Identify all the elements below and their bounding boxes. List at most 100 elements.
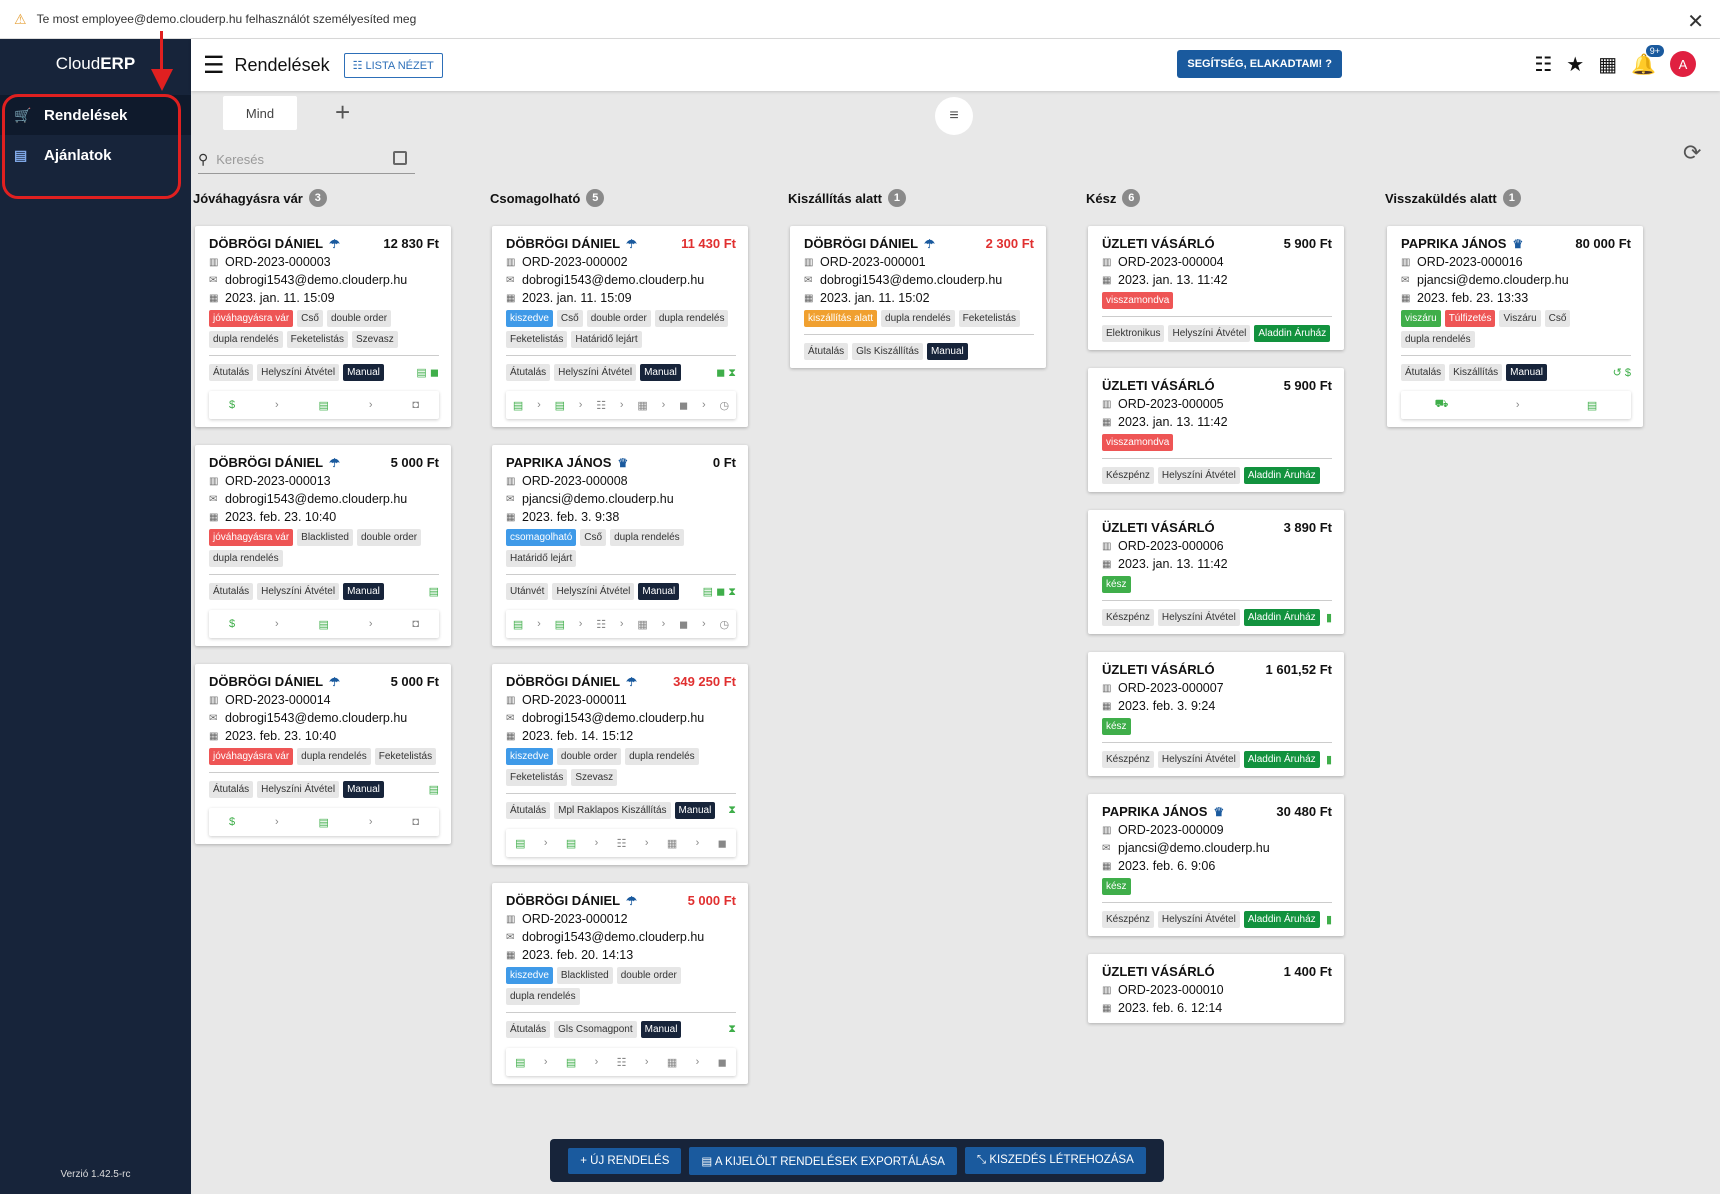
step-icon[interactable]: ▤ (513, 618, 523, 631)
export-button[interactable]: ▤ A KIJELÖLT RENDELÉSEK EXPORTÁLÁSA (689, 1146, 957, 1175)
select-all-checkbox[interactable] (393, 151, 407, 165)
order-id-line: ▥ ORD-2023-000008 (506, 474, 736, 488)
order-id: ORD-2023-000016 (1417, 255, 1523, 269)
umbrella-icon: ☂ (329, 237, 340, 251)
step-icon[interactable]: ◘ (412, 618, 419, 630)
tag: Átutalás (506, 364, 551, 381)
step-icon[interactable]: ◷ (719, 399, 729, 412)
order-card[interactable]: PAPRIKA JÁNOS ♛ 80 000 Ft ▥ ORD-2023-000016 ✉… (1387, 226, 1643, 427)
step-icon[interactable]: $ (229, 399, 235, 411)
step-icon[interactable]: ▦ (667, 1056, 677, 1069)
customer-email: dobrogi1543@demo.clouderp.hu (522, 930, 705, 944)
avatar[interactable]: A (1670, 51, 1696, 77)
help-button[interactable]: SEGÍTSÉG, ELAKADTAM! ? (1177, 50, 1342, 78)
step-icon[interactable]: ▦ (637, 399, 647, 412)
step-icon[interactable]: ▤ (319, 816, 329, 829)
close-icon[interactable]: ✕ (1687, 9, 1704, 34)
step-icon[interactable]: ☷ (596, 618, 606, 631)
menu-icon[interactable]: ☰ (203, 51, 225, 80)
tasks-icon[interactable]: ☷ (1534, 52, 1552, 77)
step-icon[interactable]: ◼ (718, 1056, 727, 1069)
order-id-line: ▥ ORD-2023-000016 (1401, 255, 1631, 269)
tab-all[interactable]: Mind (223, 96, 297, 130)
mail-icon: ✉ (804, 274, 813, 286)
list-view-button[interactable]: ☷ LISTA NÉZET (343, 52, 443, 78)
step-icon[interactable]: $ (229, 816, 235, 828)
order-card[interactable]: DÖBRÖGI DÁNIEL ☂ 12 830 Ft ▥ ORD-2023-000003… (195, 226, 451, 427)
kanban-column: Jóváhagyásra vár 3 DÖBRÖGI DÁNIEL ☂ 12 830 F… (193, 186, 451, 862)
refresh-icon[interactable]: ⟳ (1683, 140, 1701, 166)
step-icon[interactable]: ⛟ (1435, 398, 1449, 412)
step-icon[interactable]: ☷ (617, 837, 627, 850)
step-icon[interactable]: ◼ (718, 837, 727, 850)
column-header: Jóváhagyásra vár 3 (193, 186, 451, 210)
step-icon[interactable]: $ (229, 618, 235, 630)
order-card[interactable]: ÜZLETI VÁSÁRLÓ 1 601,52 Ft ▥ ORD-2023-00000… (1088, 652, 1344, 776)
order-card[interactable]: DÖBRÖGI DÁNIEL ☂ 11 430 Ft ▥ ORD-2023-000002… (492, 226, 748, 427)
payment-tags: Utánvét Helyszíni Átvétel Manual ▤ ◼ ⧗ (506, 583, 736, 600)
order-card[interactable]: ÜZLETI VÁSÁRLÓ 3 890 Ft ▥ ORD-2023-000006 ▦ 2… (1088, 510, 1344, 634)
step-icon[interactable]: ◼ (679, 399, 688, 412)
step-icon[interactable]: ▤ (319, 618, 329, 631)
filter-icon[interactable]: ≡ (935, 97, 973, 135)
chevron-right-icon: › (619, 399, 624, 411)
step-icon[interactable]: ▦ (667, 837, 677, 850)
order-date: 2023. feb. 3. 9:24 (1118, 699, 1216, 713)
tag: Készpénz (1102, 751, 1154, 768)
step-icon[interactable]: ▤ (555, 618, 565, 631)
barcode-icon: ▥ (506, 913, 516, 925)
tag: Helyszíni Átvétel (1157, 751, 1240, 768)
step-icon[interactable]: ▦ (637, 618, 647, 631)
step-icon[interactable]: ◼ (679, 618, 688, 631)
barcode-icon: ▥ (1102, 682, 1112, 694)
card-header: ÜZLETI VÁSÁRLÓ 1 601,52 Ft (1102, 662, 1332, 677)
tag: jóváhagyásra vár (209, 529, 294, 546)
step-icon[interactable]: ▤ (513, 399, 523, 412)
tag: Készpénz (1102, 609, 1154, 626)
step-icon[interactable]: ☷ (617, 1056, 627, 1069)
step-icon[interactable]: ▤ (1587, 399, 1597, 412)
star-icon[interactable]: ★ (1566, 52, 1584, 77)
step-icon[interactable]: ◷ (719, 618, 729, 631)
order-card[interactable]: PAPRIKA JÁNOS ♛ 0 Ft ▥ ORD-2023-000008 ✉ pjanc… (492, 445, 748, 646)
order-card[interactable]: ÜZLETI VÁSÁRLÓ 1 400 Ft ▥ ORD-2023-000010 ▦ 2… (1088, 954, 1344, 1023)
step-icon[interactable]: ▤ (566, 837, 576, 850)
order-date: 2023. jan. 11. 15:09 (522, 291, 632, 305)
order-card[interactable]: ÜZLETI VÁSÁRLÓ 5 900 Ft ▥ ORD-2023-000004 ▦ 2… (1088, 226, 1344, 350)
date-line: ▦ 2023. jan. 13. 11:42 (1102, 557, 1332, 571)
tag: double order (586, 310, 651, 327)
chevron-right-icon: › (274, 399, 279, 411)
new-order-button[interactable]: + ÚJ RENDELÉS (568, 1147, 682, 1174)
step-icon[interactable]: ▤ (319, 399, 329, 412)
add-tab-icon[interactable]: + (335, 97, 350, 128)
banner-text: Te most employee@demo.clouderp.hu felhas… (36, 12, 417, 26)
order-date: 2023. feb. 20. 14:13 (522, 948, 634, 962)
search-input[interactable]: Keresés (216, 152, 264, 167)
impersonation-banner: ⚠ Te most employee@demo.clouderp.hu felh… (0, 0, 1720, 39)
step-icon[interactable]: ▤ (555, 399, 565, 412)
order-amount: 5 900 Ft (1283, 236, 1332, 251)
tag-list: jóváhagyásra vár Blacklisted double order d… (209, 529, 439, 567)
order-card[interactable]: DÖBRÖGI DÁNIEL ☂ 5 000 Ft ▥ ORD-2023-000012 ✉… (492, 883, 748, 1084)
step-icon[interactable]: ▤ (515, 837, 525, 850)
step-icon[interactable]: ▤ (566, 1056, 576, 1069)
mail-icon: ✉ (1102, 842, 1111, 854)
step-icon[interactable]: ◘ (412, 816, 419, 828)
order-card[interactable]: DÖBRÖGI DÁNIEL ☂ 2 300 Ft ▥ ORD-2023-000001 ✉… (790, 226, 1046, 368)
building-icon[interactable]: ▦ (1598, 52, 1617, 77)
order-card[interactable]: DÖBRÖGI DÁNIEL ☂ 5 000 Ft ▥ ORD-2023-000014 ✉… (195, 664, 451, 844)
create-picking-button[interactable]: ⤡ KISZEDÉS LÉTREHOZÁSA (964, 1147, 1146, 1174)
order-card[interactable]: DÖBRÖGI DÁNIEL ☂ 349 250 Ft ▥ ORD-2023-00001… (492, 664, 748, 865)
divider (804, 334, 1034, 335)
order-card[interactable]: PAPRIKA JÁNOS ♛ 30 480 Ft ▥ ORD-2023-000009 ✉… (1088, 794, 1344, 936)
step-icon[interactable]: ▤ (515, 1056, 525, 1069)
step-icon[interactable]: ☷ (596, 399, 606, 412)
step-icon[interactable]: ◘ (412, 399, 419, 411)
tag: viszáru (1401, 310, 1441, 327)
highlight-annotation (2, 94, 181, 199)
order-date: 2023. jan. 11. 15:09 (225, 291, 335, 305)
order-card[interactable]: ÜZLETI VÁSÁRLÓ 5 900 Ft ▥ ORD-2023-000005 ▦ 2… (1088, 368, 1344, 492)
status-icons: ▮ (1325, 914, 1332, 926)
order-card[interactable]: DÖBRÖGI DÁNIEL ☂ 5 000 Ft ▥ ORD-2023-000013 ✉… (195, 445, 451, 646)
order-id: ORD-2023-000008 (522, 474, 628, 488)
